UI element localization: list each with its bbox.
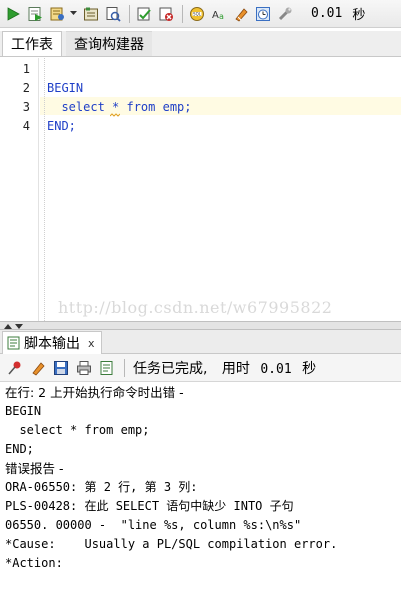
- tab-script-output[interactable]: 脚本输出 x: [2, 331, 102, 354]
- status-time-value: 0.01: [260, 361, 292, 377]
- tab-query-builder[interactable]: 查询构建器: [66, 31, 152, 56]
- output-line: select * from emp;: [5, 423, 150, 437]
- status-time-label: 用时: [221, 360, 250, 377]
- toolbar-separator: [182, 4, 183, 23]
- svg-text:A: A: [212, 10, 219, 21]
- pin-icon[interactable]: [5, 358, 25, 378]
- line-number: 4: [22, 119, 30, 133]
- output-line: ORA-06550: 第 2 行, 第 3 列:: [5, 480, 198, 494]
- output-line: *Cause: Usually a PL/SQL compilation err…: [5, 537, 338, 551]
- load-icon[interactable]: [97, 358, 117, 378]
- code-line: BEGIN: [47, 81, 84, 95]
- run-script-icon[interactable]: [25, 4, 45, 24]
- output-line: PLS-00428: 在此 SELECT 语句中缺少 INTO 子句: [5, 499, 294, 513]
- sql-tuning-icon[interactable]: [103, 4, 123, 24]
- panel-splitter[interactable]: [0, 321, 401, 330]
- toolbar-separator: [124, 358, 125, 377]
- gutter-divider: [38, 58, 39, 321]
- output-line: 在行: 2 上开始执行命令时出错 -: [5, 385, 184, 400]
- tab-label: 脚本输出: [24, 336, 80, 352]
- code-line: select * from emp;: [47, 100, 192, 114]
- dropdown-arrow-icon[interactable]: [69, 4, 77, 24]
- watermark: http://blog.csdn.net/w67995822: [58, 298, 333, 317]
- script-output-text[interactable]: 在行: 2 上开始执行命令时出错 - BEGIN select * from e…: [0, 383, 401, 599]
- elapsed-time-value: 0.01: [311, 6, 343, 21]
- output-line: END;: [5, 442, 34, 456]
- clear-icon[interactable]: [231, 4, 251, 24]
- status-text: 任务已完成,: [133, 360, 208, 377]
- fold-guide: [44, 58, 45, 321]
- eraser-icon[interactable]: [28, 358, 48, 378]
- line-number-gutter: 1 2 3 4: [0, 58, 34, 321]
- save-icon[interactable]: [51, 358, 71, 378]
- output-toolbar: 任务已完成, 用时 0.01 秒: [0, 354, 401, 382]
- collapse-arrows-icon[interactable]: [4, 323, 26, 330]
- status-time-unit: 秒: [302, 360, 317, 377]
- explain-plan-icon[interactable]: [81, 4, 101, 24]
- rollback-icon[interactable]: [156, 4, 176, 24]
- editor-tab-bar: 工作表 查询构建器: [0, 31, 401, 57]
- output-line: 06550. 00000 - "line %s, column %s:\n%s": [5, 518, 302, 532]
- output-line: *Action:: [5, 556, 63, 570]
- status-message: 任务已完成, 用时 0.01 秒: [133, 358, 316, 378]
- script-output-icon: [7, 336, 20, 350]
- code-line: END;: [47, 119, 76, 133]
- line-number: 3: [22, 100, 30, 114]
- close-icon[interactable]: x: [88, 337, 95, 350]
- toolbar-separator: [129, 4, 130, 23]
- elapsed-time-unit: 秒: [352, 8, 366, 23]
- syntax-warning-squiggle: [110, 113, 120, 117]
- tab-worksheet[interactable]: 工作表: [2, 31, 62, 56]
- editor-toolbar: SQL Aa 0.01 秒: [0, 0, 401, 28]
- output-tab-bar: 脚本输出 x: [0, 330, 401, 354]
- line-number: 2: [22, 81, 30, 95]
- run-icon[interactable]: [3, 4, 23, 24]
- sql-editor[interactable]: 1 2 3 4 BEGIN select * from emp; END; ht…: [0, 58, 401, 321]
- tools-icon[interactable]: [275, 4, 295, 24]
- line-number: 1: [22, 62, 30, 76]
- format-icon[interactable]: Aa: [209, 4, 229, 24]
- history-icon[interactable]: [253, 4, 273, 24]
- svg-text:a: a: [219, 12, 224, 21]
- commit-icon[interactable]: [134, 4, 154, 24]
- sql-history-icon[interactable]: SQL: [187, 4, 207, 24]
- autotrace-icon[interactable]: [47, 4, 67, 24]
- output-line: BEGIN: [5, 404, 42, 418]
- output-line: 错误报告 -: [5, 461, 64, 476]
- svg-text:SQL: SQL: [193, 11, 202, 16]
- print-icon[interactable]: [74, 358, 94, 378]
